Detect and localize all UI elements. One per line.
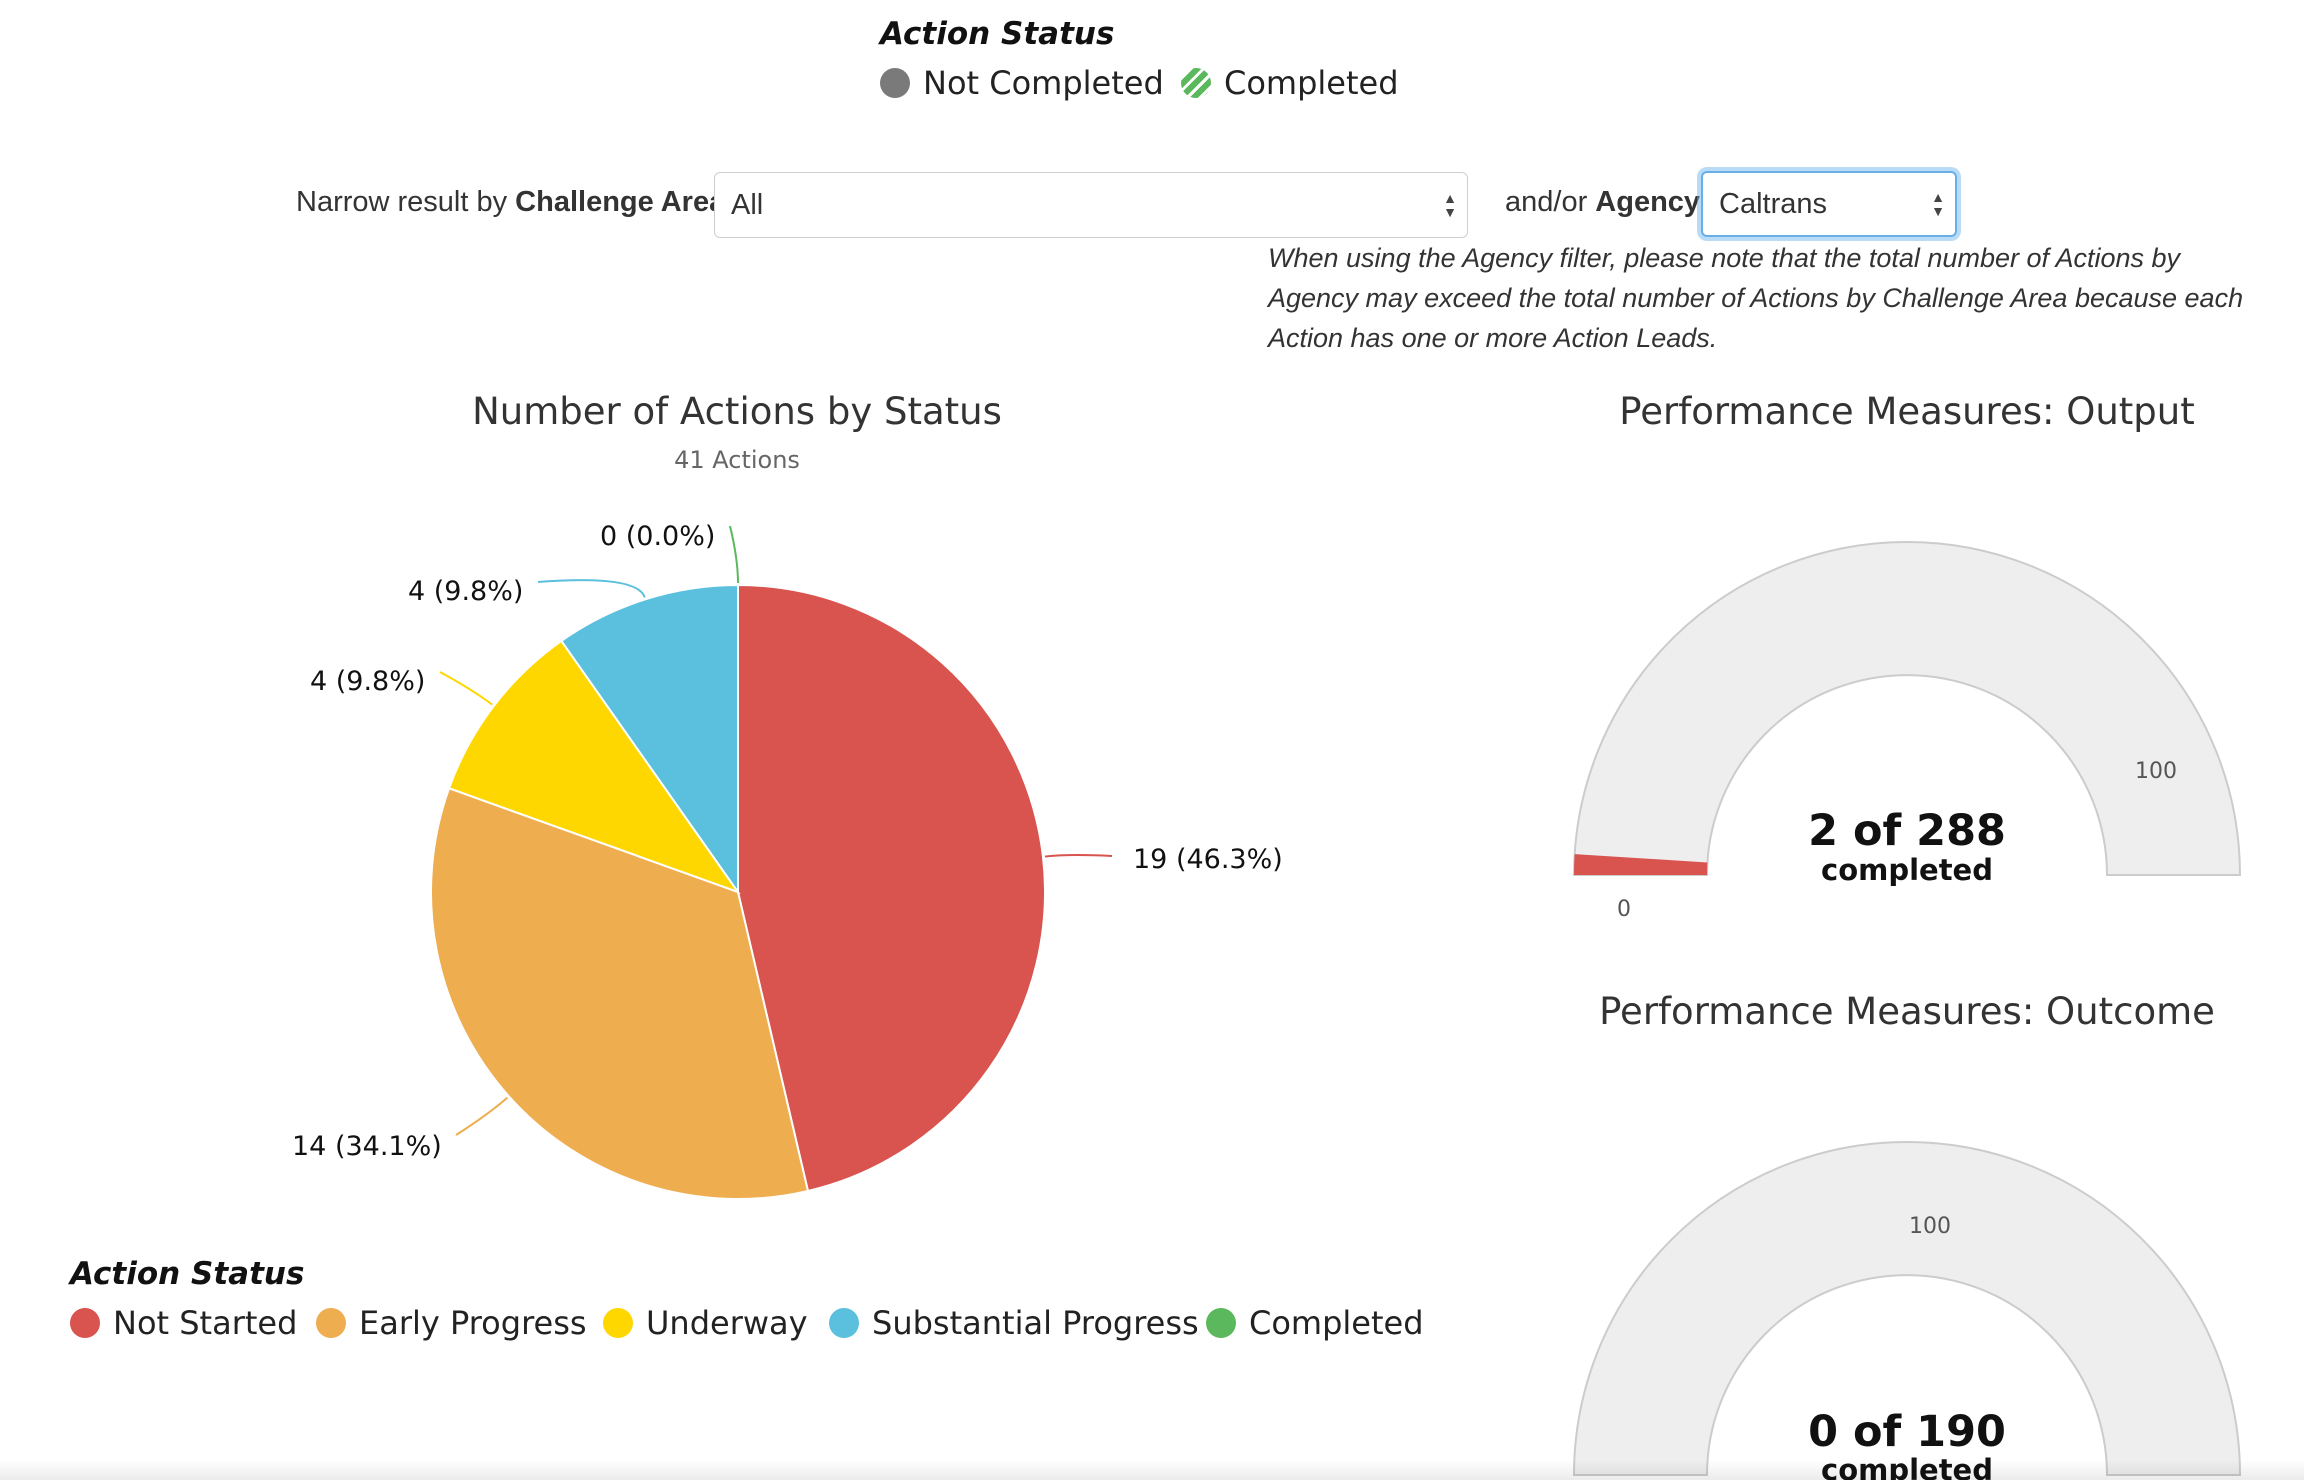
legend-label: Not Started (113, 1304, 298, 1342)
select-arrows-icon: ▲ ▼ (1931, 189, 1945, 219)
pie-label-early-progress: 14 (34.1%) (292, 1131, 442, 1162)
legend-item-completed-status[interactable]: Completed (1206, 1304, 1424, 1342)
green-circle-icon (1206, 1308, 1236, 1338)
legend-label: Early Progress (359, 1304, 587, 1342)
pie-chart-subtitle: 41 Actions (674, 446, 800, 474)
outcome-gauge-title: Performance Measures: Outcome (1599, 990, 2215, 1033)
legend-label: Not Completed (923, 64, 1164, 102)
legend-item-underway[interactable]: Underway (603, 1304, 808, 1342)
outcome-gauge: 100 0 of 190 completed (1572, 1141, 2242, 1480)
orange-circle-icon (316, 1308, 346, 1338)
select-arrows-icon: ▲ ▼ (1443, 190, 1457, 220)
challenge-area-label: Narrow result by Challenge Area (296, 186, 726, 218)
pie-chart: 19 (46.3%) 14 (34.1%) 4 (9.8%) 4 (9.8%) … (292, 521, 1283, 1200)
pie-connector-substantial-progress (537, 579, 646, 598)
output-gauge-value: 2 of 288 (1808, 806, 2006, 856)
pie-connector-not-started (1044, 854, 1113, 858)
pie-label-completed: 0 (0.0%) (600, 521, 715, 552)
yellow-circle-icon (603, 1308, 633, 1338)
outcome-gauge-value: 0 of 190 (1808, 1407, 2006, 1457)
legend-label: Completed (1249, 1304, 1424, 1342)
pie-label-substantial-progress: 4 (9.8%) (408, 576, 523, 607)
output-gauge-min-label: 0 (1617, 897, 1631, 922)
agency-select[interactable]: Caltrans ▲ ▼ (1701, 171, 1957, 237)
red-circle-icon (70, 1308, 100, 1338)
output-gauge-max-label: 100 (2135, 759, 2177, 784)
blue-circle-icon (829, 1308, 859, 1338)
legend-item-not-started[interactable]: Not Started (70, 1304, 297, 1342)
bottom-scroll-shadow (0, 1460, 2304, 1480)
output-gauge-title: Performance Measures: Output (1619, 390, 2195, 433)
challenge-area-select[interactable]: All ▲ ▼ (714, 172, 1468, 238)
agency-filter-note: When using the Agency filter, please not… (1268, 243, 2244, 353)
pie-connector-completed (729, 525, 739, 584)
gray-circle-icon (880, 68, 910, 98)
legend-item-early-progress[interactable]: Early Progress (316, 1304, 587, 1342)
outcome-gauge-max-label: 100 (1909, 1214, 1951, 1239)
pie-label-underway: 4 (9.8%) (310, 666, 425, 697)
legend-label: Completed (1224, 64, 1399, 102)
output-gauge-subtext: completed (1821, 853, 1993, 887)
legend-label: Underway (646, 1304, 808, 1342)
striped-green-circle-icon (1181, 68, 1211, 98)
legend-item-completed[interactable]: Completed (1181, 64, 1399, 102)
pie-label-not-started: 19 (46.3%) (1133, 844, 1283, 875)
agency-value: Caltrans (1719, 187, 1827, 220)
output-gauge: 2 of 288 completed 0 100 (1572, 541, 2242, 922)
pie-connector-early-progress (455, 1096, 508, 1136)
agency-label: and/or Agency (1505, 186, 1701, 218)
top-legend-title: Action Status (880, 16, 1115, 52)
legend-item-not-completed[interactable]: Not Completed (880, 64, 1164, 102)
legend-label: Substantial Progress (872, 1304, 1199, 1342)
bottom-legend-title: Action Status (70, 1256, 305, 1292)
pie-connector-underway (439, 671, 493, 706)
challenge-area-value: All (731, 188, 764, 221)
legend-item-substantial-progress[interactable]: Substantial Progress (829, 1304, 1199, 1342)
pie-chart-title: Number of Actions by Status (472, 390, 1002, 433)
